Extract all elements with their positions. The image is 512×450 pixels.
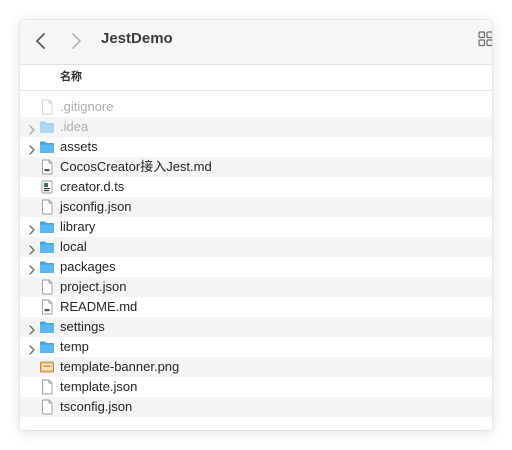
disclosure-chevron-icon[interactable]	[28, 262, 36, 275]
column-header: 名称	[20, 65, 492, 91]
file-row[interactable]: project.json	[20, 277, 492, 297]
document-icon	[39, 279, 55, 295]
document-icon	[39, 99, 55, 115]
disclosure-chevron-icon[interactable]	[28, 222, 36, 235]
file-row[interactable]: jsconfig.json	[20, 197, 492, 217]
file-row[interactable]: README.md	[20, 297, 492, 317]
back-button[interactable]	[30, 30, 52, 52]
chevron-left-icon	[36, 33, 45, 49]
folder-icon	[39, 339, 55, 355]
file-row[interactable]: temp	[20, 337, 492, 357]
markdown-file-icon	[39, 299, 55, 315]
file-row[interactable]: tsconfig.json	[20, 397, 492, 417]
file-name: README.md	[60, 299, 138, 314]
folder-icon	[39, 239, 55, 255]
disclosure-chevron-icon[interactable]	[28, 322, 36, 335]
file-name: template-banner.png	[60, 359, 180, 374]
file-row[interactable]: settings	[20, 317, 492, 337]
folder-icon	[39, 219, 55, 235]
disclosure-chevron-icon[interactable]	[28, 242, 36, 255]
typescript-file-icon	[39, 179, 55, 195]
image-file-icon	[39, 359, 55, 375]
file-row[interactable]: local	[20, 237, 492, 257]
document-icon	[39, 379, 55, 395]
file-name: temp	[60, 339, 89, 354]
markdown-file-icon	[39, 159, 55, 175]
chevron-right-icon	[72, 33, 81, 49]
finder-window: JestDemo 名称 .gitignore .idea assets CocosCr…	[20, 20, 492, 430]
file-name: local	[60, 239, 87, 254]
file-name: assets	[60, 139, 98, 154]
folder-icon	[39, 119, 55, 135]
view-mode-button[interactable]	[478, 31, 492, 47]
file-name: project.json	[60, 279, 127, 294]
file-name: packages	[60, 259, 116, 274]
file-name: creator.d.ts	[60, 179, 125, 194]
name-column-header[interactable]: 名称	[60, 70, 82, 84]
file-row[interactable]: .idea	[20, 117, 492, 137]
file-name: template.json	[60, 379, 138, 394]
file-name: library	[60, 219, 96, 234]
file-row[interactable]: assets	[20, 137, 492, 157]
disclosure-chevron-icon[interactable]	[28, 122, 36, 135]
document-icon	[39, 199, 55, 215]
forward-button[interactable]	[65, 30, 87, 52]
file-row[interactable]: template-banner.png	[20, 357, 492, 377]
file-name: jsconfig.json	[60, 199, 132, 214]
file-row[interactable]: library	[20, 217, 492, 237]
disclosure-chevron-icon[interactable]	[28, 342, 36, 355]
file-name: .gitignore	[60, 99, 114, 114]
file-list: .gitignore .idea assets CocosCreator接入Jest.…	[20, 97, 492, 417]
grid-view-icon	[478, 31, 492, 47]
toolbar: JestDemo	[20, 20, 492, 65]
window-title: JestDemo	[101, 30, 173, 47]
file-row[interactable]: template.json	[20, 377, 492, 397]
folder-icon	[39, 319, 55, 335]
file-row[interactable]: creator.d.ts	[20, 177, 492, 197]
file-name: .idea	[60, 119, 89, 134]
file-name: CocosCreator接入Jest.md	[60, 159, 212, 174]
document-icon	[39, 399, 55, 415]
file-name: tsconfig.json	[60, 399, 133, 414]
disclosure-chevron-icon[interactable]	[28, 142, 36, 155]
folder-icon	[39, 259, 55, 275]
file-row[interactable]: .gitignore	[20, 97, 492, 117]
file-row[interactable]: packages	[20, 257, 492, 277]
folder-icon	[39, 139, 55, 155]
file-row[interactable]: CocosCreator接入Jest.md	[20, 157, 492, 177]
file-name: settings	[60, 319, 105, 334]
